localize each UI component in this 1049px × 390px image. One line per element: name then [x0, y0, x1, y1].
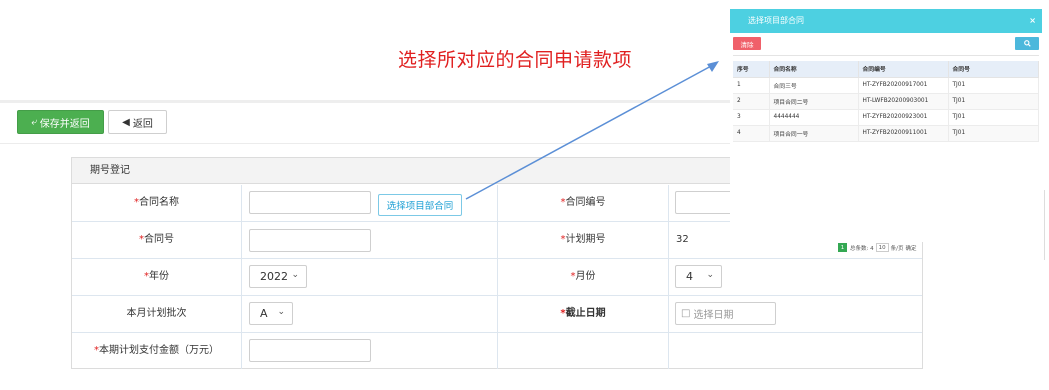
column-header: 合同编号: [858, 61, 949, 78]
table-row[interactable]: 4 项目合同一号 HT-ZYFB20200911001 TJ01: [733, 125, 1039, 142]
page-button-current[interactable]: 1: [838, 243, 847, 252]
confirm-button[interactable]: 确定: [905, 244, 916, 252]
return-arrow-icon: ⤶: [31, 116, 37, 128]
column-header: 合同号: [948, 61, 1039, 78]
table-cell: HT-ZYFB20200923001: [858, 109, 949, 126]
contract-name-input[interactable]: [249, 191, 371, 214]
page-size-select[interactable]: 10: [875, 243, 889, 252]
table-cell: 4444444: [769, 109, 859, 126]
column-header: 合同名称: [769, 61, 859, 78]
contract-table: 序号 合同名称 合同编号 合同号 1 合同三号 HT-ZYFB202009170…: [733, 61, 1039, 142]
contract-code-label: *合同编号: [560, 197, 606, 208]
table-cell: 合同三号: [769, 77, 859, 94]
save-and-return-label: 保存并返回: [39, 118, 90, 130]
table-cell: 2: [733, 93, 770, 110]
year-label: *年份: [144, 271, 169, 282]
table-cell: HT-ZYFB20200911001: [858, 125, 949, 142]
contract-code-input[interactable]: [675, 191, 735, 214]
payment-amount-input[interactable]: [249, 339, 371, 362]
plan-period-value: 32: [676, 234, 689, 245]
search-button[interactable]: [1015, 37, 1039, 50]
table-cell: 1: [733, 77, 770, 94]
batch-label: 本月计划批次: [126, 308, 187, 319]
back-label: 返回: [132, 118, 153, 130]
month-label: *月份: [570, 271, 596, 282]
table-cell: 3: [733, 109, 770, 126]
contract-name-label: *合同名称: [134, 197, 179, 208]
pagination: 1 总条数: 4 10 条/页 确定: [838, 242, 916, 253]
table-row[interactable]: 2 项目合同二号 HT-LWFB20200903001 TJ01: [733, 93, 1039, 110]
table-cell: TJ01: [948, 77, 1039, 94]
table-row[interactable]: 1 合同三号 HT-ZYFB20200917001 TJ01: [733, 77, 1039, 94]
table-cell: HT-ZYFB20200917001: [858, 77, 949, 94]
column-divider: [241, 185, 242, 369]
deadline-date-input[interactable]: □ 选择日期: [675, 302, 776, 325]
annotation-text: 选择所对应的合同申请款项: [398, 49, 633, 71]
clear-button[interactable]: 清除: [733, 37, 761, 50]
back-button[interactable]: ◀ 返回: [108, 110, 167, 134]
dialog-divider: [733, 55, 1039, 56]
chevron-down-icon: ⌄: [706, 270, 714, 280]
batch-select[interactable]: A ⌄: [249, 302, 293, 325]
column-header: 序号: [733, 61, 770, 78]
year-select[interactable]: 2022 ⌄: [249, 265, 307, 288]
dialog-title: 选择项目部合同: [748, 16, 804, 25]
table-cell: 项目合同二号: [769, 93, 859, 110]
contract-no-label: *合同号: [139, 234, 174, 245]
chevron-down-icon: ⌄: [277, 307, 285, 317]
circle-arrow-left-icon: ◀: [122, 116, 130, 128]
dialog-header: 选择项目部合同 ×: [730, 9, 1042, 33]
per-page-label: 条/页: [890, 245, 904, 252]
table-header-row: 序号 合同名称 合同编号 合同号: [733, 61, 1039, 78]
calendar-icon: □: [681, 308, 691, 319]
deadline-label: *截止日期: [560, 308, 606, 319]
table-cell: HT-LWFB20200903001: [858, 93, 949, 110]
contract-no-input[interactable]: [249, 229, 371, 252]
close-icon[interactable]: ×: [1029, 9, 1036, 33]
plan-period-label: *计划期号: [560, 234, 606, 245]
search-icon: [1023, 40, 1031, 47]
edge-divider: [1044, 190, 1045, 260]
select-project-contract-button[interactable]: 选择项目部合同: [378, 194, 462, 216]
save-and-return-button[interactable]: ⤶ 保存并返回: [17, 110, 104, 134]
chevron-down-icon: ⌄: [291, 270, 299, 280]
column-divider: [668, 185, 669, 369]
payment-amount-label: *本期计划支付金额（万元）: [94, 345, 219, 356]
table-cell: TJ01: [948, 125, 1039, 142]
month-select[interactable]: 4 ⌄: [675, 265, 722, 288]
table-cell: 项目合同一号: [769, 125, 859, 142]
total-count: 总条数: 4: [850, 245, 874, 252]
table-row[interactable]: 3 4444444 HT-ZYFB20200923001 TJ01: [733, 109, 1039, 126]
table-cell: 4: [733, 125, 770, 142]
table-cell: TJ01: [948, 109, 1039, 126]
table-cell: TJ01: [948, 93, 1039, 110]
